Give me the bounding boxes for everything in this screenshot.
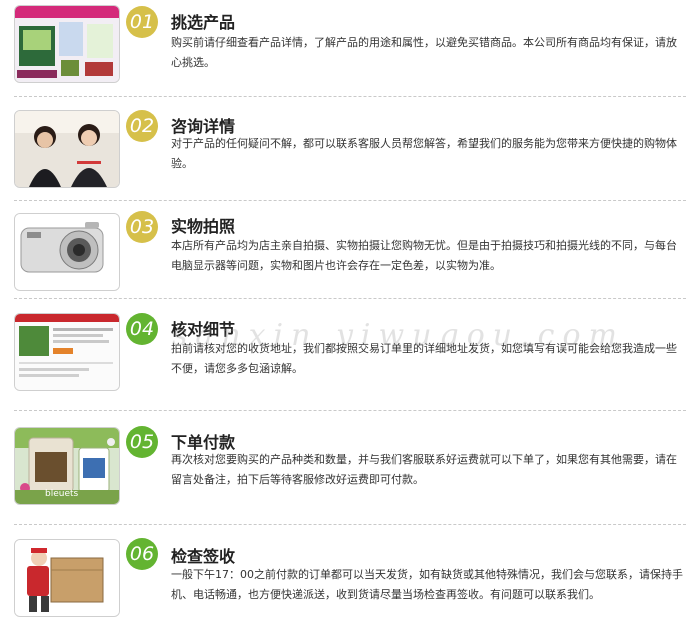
step-title: 实物拍照 <box>171 217 236 236</box>
packaged-goods-photo: bleuets <box>14 427 120 505</box>
camera-photo <box>14 213 120 291</box>
divider <box>14 410 686 411</box>
step-description: 一般下午17：00之前付款的订单都可以当天发货，如有缺货或其他特殊情况，我们会与… <box>171 568 683 601</box>
step-number-badge: 04 <box>126 313 158 345</box>
step-description: 购买前请仔细查看产品详情，了解产品的用途和属性，以避免买错商品。本公司所有商品均… <box>171 36 677 69</box>
step-number-badge: 01 <box>126 6 158 38</box>
product-display-photo <box>14 5 120 83</box>
customer-service-photo <box>14 110 120 188</box>
step-title: 检查签收 <box>171 547 236 566</box>
step-description: 再次核对您要购买的产品种类和数量，并与我们客服联系好运费就可以下单了，如果您有其… <box>171 453 677 486</box>
image-caption: bleuets <box>45 489 79 499</box>
divider <box>14 200 686 201</box>
step-number-badge: 02 <box>126 110 158 142</box>
watermark: sanxin yiwugou.com <box>172 318 625 353</box>
divider <box>14 96 686 97</box>
step-number-badge: 03 <box>126 211 158 243</box>
courier-delivery-photo <box>14 539 120 617</box>
step-number-badge: 05 <box>126 426 158 458</box>
step-title: 挑选产品 <box>171 13 236 32</box>
step-description: 对于产品的任何疑问不解，都可以联系客服人员帮您解答，希望我们的服务能为您带来方便… <box>171 137 677 170</box>
divider <box>14 298 686 299</box>
step-number-badge: 06 <box>126 538 158 570</box>
divider <box>14 524 686 525</box>
order-page-screenshot <box>14 313 120 391</box>
step-description: 本店所有产品均为店主亲自拍摄、实物拍摄让您购物无忧。但是由于拍摄技巧和拍摄光线的… <box>171 239 677 272</box>
